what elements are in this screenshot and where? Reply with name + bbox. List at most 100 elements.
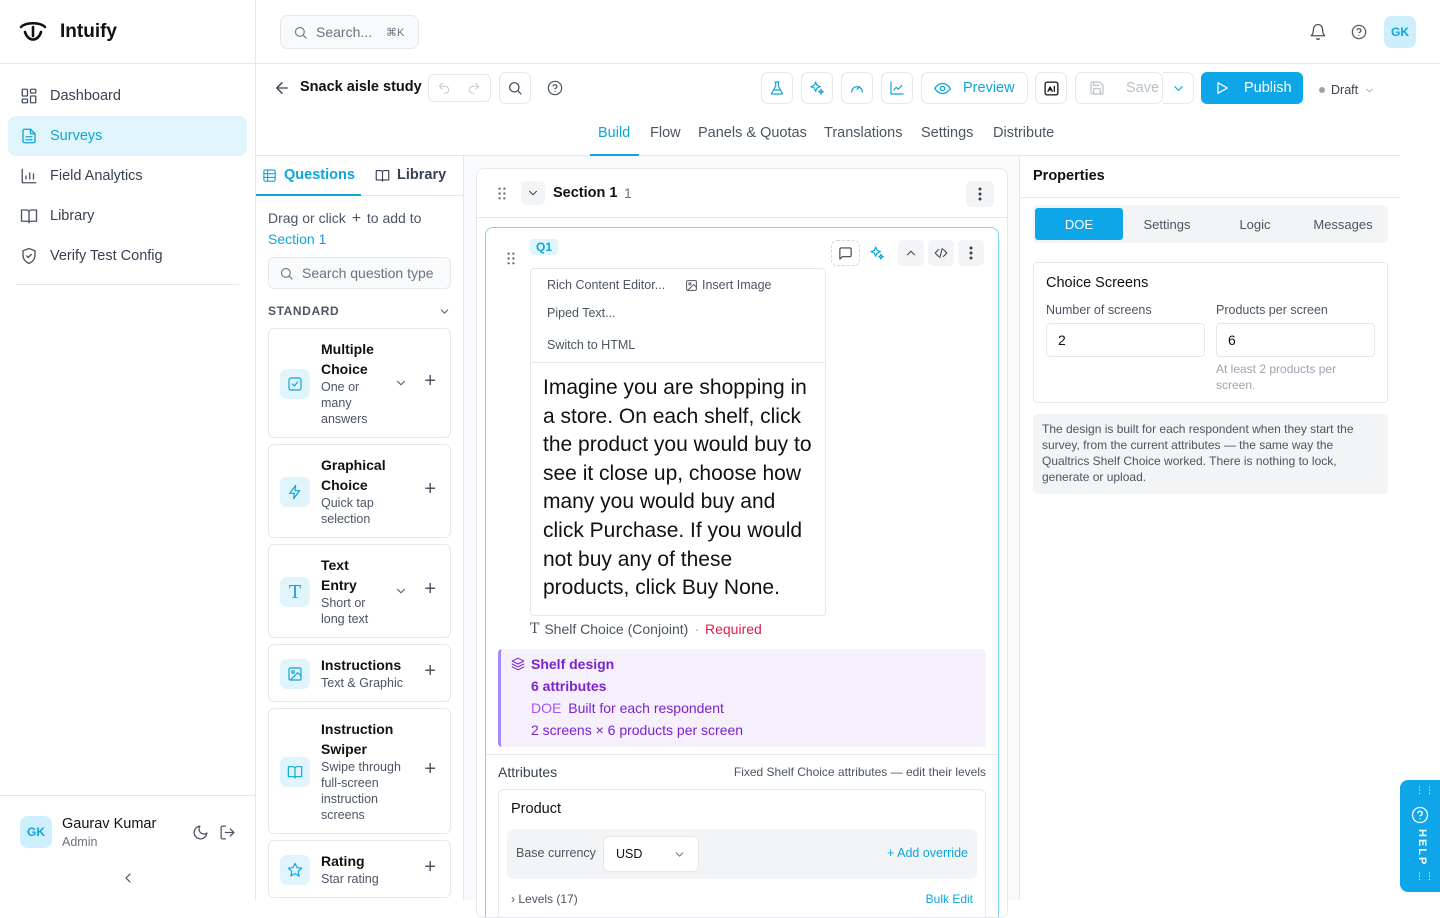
sidebar-item-dashboard[interactable]: Dashboard — [8, 76, 247, 116]
moon-icon[interactable] — [192, 824, 209, 841]
sidebar-item-field-analytics[interactable]: Field Analytics — [8, 156, 247, 196]
question-type-multiple-choice[interactable]: Multiple Choice One or many answers + — [268, 328, 451, 438]
screens-input[interactable]: 2 — [1046, 323, 1205, 357]
tab-doe[interactable]: DOE — [1035, 208, 1123, 240]
code-button[interactable] — [928, 240, 954, 266]
user-avatar[interactable]: GK — [1384, 16, 1416, 48]
chevron-down-icon[interactable] — [394, 584, 408, 598]
sidebar-item-verify-test-config[interactable]: Verify Test Config — [8, 236, 247, 276]
tab-build[interactable]: Build — [598, 125, 630, 141]
gauge-button[interactable] — [841, 72, 873, 104]
hint-target[interactable]: Section 1 — [268, 231, 326, 247]
tab-translations[interactable]: Translations — [824, 125, 902, 141]
scrollbar-gutter[interactable] — [1400, 64, 1440, 900]
tab-messages[interactable]: Messages — [1299, 208, 1387, 240]
undo-icon[interactable] — [437, 81, 451, 95]
checkbox-icon — [280, 369, 310, 399]
drag-handle-icon[interactable] — [507, 252, 515, 265]
tab-settings[interactable]: Settings — [1123, 208, 1211, 240]
chevron-down-icon — [1173, 85, 1183, 91]
sparkles-icon[interactable] — [869, 245, 885, 261]
panel-tabs: Questions Library — [256, 156, 463, 196]
add-question-button[interactable]: + — [424, 370, 436, 393]
doe-info-box: The design is built for each respondent … — [1033, 414, 1388, 494]
tab-settings[interactable]: Settings — [921, 125, 973, 141]
section-collapse-button[interactable] — [521, 181, 545, 205]
help-circle-icon[interactable] — [1351, 24, 1367, 40]
global-search[interactable]: Search... ⌘K — [280, 15, 419, 49]
status-badge[interactable]: Draft — [1311, 80, 1383, 100]
insert-image-label: Insert Image — [702, 278, 772, 292]
ai-image-button[interactable] — [1035, 72, 1067, 104]
meta-separator: · — [694, 621, 699, 637]
more-vertical-icon — [969, 246, 973, 260]
comment-button[interactable] — [831, 240, 860, 266]
section-more-button[interactable] — [966, 181, 994, 207]
test-button[interactable] — [761, 72, 793, 104]
group-header[interactable]: STANDARD — [268, 304, 451, 318]
tab-questions[interactable]: Questions — [262, 167, 355, 183]
add-question-button[interactable]: + — [424, 578, 436, 601]
sidebar-item-surveys[interactable]: Surveys — [8, 116, 247, 156]
survey-canvas: Section 1 1 Q1 Rich Content Editor... In… — [464, 156, 1020, 918]
question-card[interactable]: Q1 Rich Content Editor... Insert Image P… — [485, 227, 999, 917]
survey-search-button[interactable] — [499, 72, 531, 104]
analytics-button[interactable] — [881, 72, 913, 104]
question-type-graphical-choice[interactable]: Graphical Choice Quick tap selection + — [268, 444, 451, 538]
preview-button[interactable]: Preview — [921, 72, 1028, 104]
bulk-edit-button[interactable]: Bulk Edit — [926, 892, 973, 906]
move-up-button[interactable] — [898, 240, 924, 266]
add-question-button[interactable]: + — [424, 660, 436, 683]
question-type-instructions[interactable]: Instructions Text & Graphic + — [268, 644, 451, 702]
bell-icon[interactable] — [1309, 23, 1327, 41]
required-badge[interactable]: Required — [705, 621, 762, 637]
question-type-text-entry[interactable]: T Text Entry Short or long text + — [268, 544, 451, 638]
sidebar-item-label: Verify Test Config — [50, 248, 163, 264]
insert-image-button[interactable]: Insert Image — [685, 278, 771, 292]
save-options-button[interactable] — [1163, 72, 1194, 104]
survey-title[interactable]: Snack aisle study — [300, 79, 422, 95]
ai-sparkle-button[interactable] — [801, 72, 833, 104]
avatar[interactable]: GK — [20, 816, 52, 848]
add-question-button[interactable]: + — [424, 478, 436, 501]
publish-label: Publish — [1244, 80, 1292, 96]
rich-content-editor-button[interactable]: Rich Content Editor... — [547, 278, 665, 292]
group-label: STANDARD — [268, 304, 340, 318]
help-circle-icon[interactable] — [547, 80, 563, 96]
grip-icon: ⋮⋮ — [1415, 871, 1435, 881]
redo-icon[interactable] — [467, 81, 481, 95]
tab-library[interactable]: Library — [375, 167, 446, 183]
products-input[interactable]: 6 — [1216, 323, 1375, 357]
question-type-rating[interactable]: Rating Star rating + — [268, 840, 451, 898]
publish-button[interactable]: Publish — [1201, 72, 1303, 104]
attribute-name[interactable]: Product — [511, 801, 561, 817]
question-more-button[interactable] — [958, 240, 984, 266]
levels-toggle[interactable]: › Levels (17) — [511, 892, 578, 906]
switch-to-html-button[interactable]: Switch to HTML — [547, 338, 635, 352]
add-question-button[interactable]: + — [424, 856, 436, 879]
tab-distribute[interactable]: Distribute — [993, 125, 1054, 141]
logout-icon[interactable] — [219, 824, 236, 841]
question-type-subtitle: Quick tap selection — [321, 496, 374, 526]
sidebar-item-library[interactable]: Library — [8, 196, 247, 236]
tab-logic[interactable]: Logic — [1211, 208, 1299, 240]
help-tab[interactable]: ⋮⋮ HELP ⋮⋮ — [1400, 780, 1440, 892]
question-type-search[interactable]: Search question type — [268, 257, 451, 289]
tab-panels-quotas[interactable]: Panels & Quotas — [698, 125, 807, 141]
currency-select[interactable]: USD — [603, 836, 699, 872]
choice-screens-title: Choice Screens — [1046, 275, 1149, 291]
add-question-button[interactable]: + — [424, 758, 436, 781]
save-button[interactable]: Save — [1075, 72, 1163, 104]
back-arrow-icon[interactable] — [273, 79, 291, 97]
question-type-instruction-swiper[interactable]: Instruction Swiper Swipe through full-scr… — [268, 708, 451, 834]
collapse-chevron-icon[interactable] — [120, 870, 136, 886]
tab-flow[interactable]: Flow — [650, 125, 681, 141]
section-title[interactable]: Section 1 — [553, 185, 617, 201]
piped-text-button[interactable]: Piped Text... — [547, 306, 616, 320]
drag-handle-icon[interactable] — [498, 187, 506, 200]
rich-text-editor[interactable]: Rich Content Editor... Insert Image Pipe… — [530, 268, 826, 616]
chevron-down-icon[interactable] — [394, 376, 408, 390]
shelf-design-summary[interactable]: Shelf design 6 attributes DOE Built for … — [498, 649, 986, 747]
add-override-button[interactable]: + Add override — [887, 846, 968, 860]
question-text[interactable]: Imagine you are shopping in a store. On … — [543, 374, 821, 603]
